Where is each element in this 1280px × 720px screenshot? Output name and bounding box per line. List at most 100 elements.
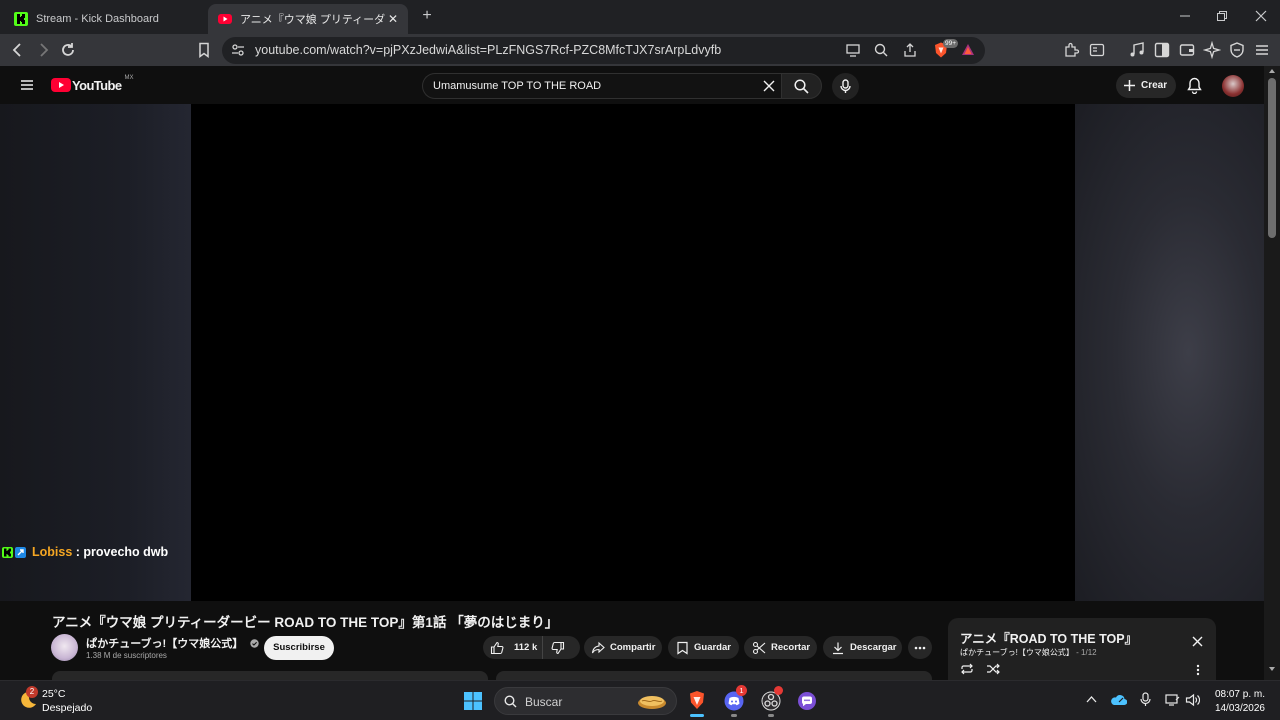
clip-button[interactable]: Recortar [744,636,817,659]
search-highlight-pie-icon [638,696,666,709]
loop-icon[interactable] [960,663,974,675]
reader-mode-icon[interactable] [1088,41,1106,59]
taskbar-search-label: Buscar [525,695,563,709]
account-avatar[interactable] [1222,75,1244,97]
plus-icon [1124,80,1135,91]
reload-icon[interactable] [59,41,77,59]
bookmark-icon[interactable] [195,41,213,59]
channel-name[interactable]: ぱかチューブっ!【ウマ娘公式】 [86,635,259,651]
video-player[interactable] [191,104,1075,601]
more-horizontal-icon [914,646,926,649]
close-window-icon[interactable] [1253,8,1269,24]
kick-badge-icon [2,546,13,558]
media-controls-icon[interactable] [1128,41,1146,59]
thumbs-down-icon [551,641,565,654]
search-button[interactable] [781,73,822,99]
page-scrollbar[interactable] [1264,66,1280,680]
forward-icon[interactable] [34,41,52,59]
playlist-channel: ぱかチューブっ!【ウマ娘公式】 [960,648,1074,657]
chat-username: Lobiss [32,545,73,559]
windows-taskbar: 2 25°C Despejado Buscar 1 08:07 p. m. 14… [0,680,1280,720]
running-app-indicator [731,714,737,717]
restore-icon[interactable] [1214,8,1230,24]
subscriber-count: 1.38 M de suscriptores [86,651,167,660]
playlist-more-icon[interactable] [1196,664,1200,676]
site-settings-icon[interactable] [230,42,246,58]
tab-youtube[interactable]: アニメ『ウマ娘 プリティーダービー ROAD ✕ [208,4,408,34]
brave-badge: 99+ [943,39,959,48]
channel-avatar[interactable] [51,634,78,661]
windows-start-icon[interactable] [463,691,483,711]
zoom-icon[interactable] [873,42,889,58]
sidebar-icon[interactable] [1153,41,1171,59]
share-button[interactable]: Compartir [584,636,662,659]
download-button[interactable]: Descargar [823,636,902,659]
brave-rewards-icon[interactable] [960,42,976,58]
weather-badge: 2 [26,686,38,698]
youtube-header: YouTube MX Umamusume TOP TO THE ROAD Cre… [0,66,1264,104]
verified-icon [250,639,259,648]
share-icon [591,641,605,653]
create-button[interactable]: Crear [1116,73,1176,98]
browser-menu-icon[interactable] [1253,41,1271,59]
subscribe-button[interactable]: Suscribirse [264,636,334,660]
shuffle-icon[interactable] [986,663,1000,675]
scroll-down-icon[interactable] [1268,666,1276,672]
taskbar-app-brave[interactable] [686,685,708,717]
download-icon [833,642,843,654]
close-tab-icon[interactable]: ✕ [386,12,400,26]
like-button[interactable]: 112 k [483,636,543,659]
taskbar-search-icon [504,695,517,708]
network-icon[interactable] [1165,693,1180,707]
voice-search-button[interactable] [832,73,859,100]
minimize-icon[interactable] [1177,8,1193,24]
leo-ai-icon[interactable] [1203,41,1221,59]
running-app-indicator [768,714,774,717]
system-clock[interactable]: 08:07 p. m. 14/03/2026 [1210,688,1265,716]
tab-kick-dashboard[interactable]: Stream - Kick Dashboard [4,4,204,34]
back-icon[interactable] [9,41,27,59]
wallet-icon[interactable] [1178,41,1196,59]
chat-separator: : [72,545,84,559]
browser-toolbar: youtube.com/watch?v=pjPXzJedwiA&list=PLz… [0,34,1280,66]
chat-overlay-message: Lobiss : provecho dwb [2,544,168,560]
taskbar-app-discord[interactable]: 1 [723,685,747,717]
notifications-bell-icon[interactable] [1187,77,1202,94]
volume-icon[interactable] [1185,693,1200,707]
weather-temperature: 25°C [42,688,66,700]
dislike-button[interactable] [543,636,570,659]
browser-title-bar: Stream - Kick Dashboard アニメ『ウマ娘 プリティーダービ… [0,0,1280,34]
vpn-icon[interactable] [1228,41,1246,59]
clear-search-icon[interactable] [763,80,775,92]
save-button[interactable]: Guardar [668,636,739,659]
share-page-icon[interactable] [902,42,918,58]
recording-dot [774,686,783,695]
brave-browser-icon [690,691,704,709]
kick-icon [14,12,28,26]
taskbar-app-obs[interactable] [760,685,784,717]
taskbar-app-chat[interactable] [796,685,820,717]
more-actions-button[interactable] [908,636,932,659]
scroll-up-icon[interactable] [1268,68,1276,74]
taskbar-search[interactable]: Buscar [494,687,677,715]
microphone-icon [840,79,851,93]
hamburger-menu-icon[interactable] [20,78,34,92]
cast-icon[interactable] [845,42,861,58]
playlist-panel[interactable]: アニメ『ROAD TO THE TOP』 ぱかチューブっ!【ウマ娘公式】 - 1… [948,618,1216,680]
microphone-tray-icon[interactable] [1140,692,1151,707]
close-playlist-icon[interactable] [1192,636,1203,647]
channel-name-text: ぱかチューブっ!【ウマ娘公式】 [86,638,244,650]
create-label: Crear [1141,80,1168,91]
url-text: youtube.com/watch?v=pjPXzJedwiA&list=PLz… [255,43,722,57]
extensions-icon[interactable] [1063,41,1081,59]
search-input[interactable]: Umamusume TOP TO THE ROAD [422,73,784,99]
onedrive-icon[interactable] [1110,693,1127,706]
show-hidden-icons-icon[interactable] [1086,695,1097,703]
chat-app-icon [798,692,816,710]
tab-label: Stream - Kick Dashboard [36,13,159,25]
scrollbar-thumb[interactable] [1268,78,1276,238]
ambient-backdrop-right [1075,104,1264,601]
address-bar[interactable]: youtube.com/watch?v=pjPXzJedwiA&list=PLz… [222,37,985,64]
new-tab-button[interactable]: + [419,8,435,24]
youtube-logo[interactable]: YouTube MX [51,75,133,93]
